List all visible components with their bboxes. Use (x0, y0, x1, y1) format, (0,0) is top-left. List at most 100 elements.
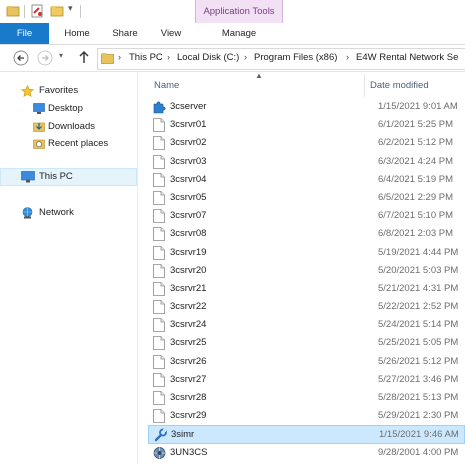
file-icon (153, 136, 165, 151)
tab-file[interactable]: File (0, 23, 49, 44)
file-date-modified: 5/20/2021 5:03 PM (378, 264, 459, 276)
file-date-modified: 5/26/2021 5:12 PM (378, 355, 459, 367)
file-date-modified: 6/7/2021 5:10 PM (378, 210, 453, 222)
nav-desktop[interactable]: Desktop (0, 100, 137, 118)
file-row[interactable]: 3csrvr19 5/19/2021 4:44 PM (148, 244, 465, 262)
file-name: 3csrvr20 (170, 264, 207, 276)
file-row[interactable]: 3csrvr28 5/28/2021 5:13 PM (148, 389, 465, 407)
file-list: ▲ Name Date modified 3cserver 1/15/2021 9… (138, 72, 465, 464)
file-row[interactable]: 3csrvr22 5/22/2021 2:52 PM (148, 298, 465, 316)
navigation-bar: ▾ › This PC › Local Disk (C:) › Program … (0, 45, 465, 72)
file-icon (153, 354, 165, 369)
nav-this-pc[interactable]: This PC (0, 168, 137, 186)
file-row[interactable]: 3csrvr01 6/1/2021 5:25 PM (148, 116, 465, 134)
file-date-modified: 1/15/2021 9:01 AM (378, 101, 458, 112)
desktop-icon (33, 103, 45, 117)
properties-icon[interactable] (30, 4, 44, 21)
forward-button[interactable] (37, 50, 53, 66)
file-row[interactable]: 3csrvr07 6/7/2021 5:10 PM (148, 207, 465, 225)
tab-view[interactable]: View (153, 23, 189, 44)
file-icon (153, 209, 165, 224)
nav-this-pc-label: This PC (39, 171, 73, 182)
recent-places-icon (33, 138, 45, 152)
file-row[interactable]: 3csrvr20 5/20/2021 5:03 PM (148, 262, 465, 280)
file-date-modified: 5/29/2021 2:30 PM (378, 410, 459, 422)
file-row[interactable]: 3csrvr05 6/5/2021 2:29 PM (148, 189, 465, 207)
file-name: 3csrvr01 (170, 119, 207, 131)
new-folder-icon[interactable] (50, 4, 64, 21)
up-arrow-icon[interactable] (77, 49, 93, 65)
breadcrumb-chevron-icon[interactable]: › (167, 52, 170, 62)
ribbon-tabs: File Home Share View Manage (0, 23, 465, 45)
breadcrumb-this-pc[interactable]: This PC (129, 52, 163, 63)
nav-favorites[interactable]: Favorites (0, 82, 137, 100)
file-row[interactable]: 3cserver 1/15/2021 9:01 AM (148, 98, 465, 116)
column-name[interactable]: Name (154, 80, 179, 91)
file-name: 3csrvr22 (170, 301, 207, 313)
nav-downloads[interactable]: Downloads (0, 118, 137, 136)
tab-manage[interactable]: Manage (217, 23, 261, 44)
file-icon (153, 245, 165, 260)
file-name: 3csrvr05 (170, 191, 207, 203)
file-row[interactable]: 3csrvr29 5/29/2021 2:30 PM (148, 407, 465, 425)
column-date-modified[interactable]: Date modified (370, 80, 429, 91)
tab-share[interactable]: Share (107, 23, 143, 44)
wrench-icon (154, 428, 167, 442)
breadcrumb-local-disk[interactable]: Local Disk (C:) (177, 52, 239, 63)
downloads-icon (33, 121, 45, 135)
address-bar[interactable]: › This PC › Local Disk (C:) › Program Fi… (97, 48, 465, 70)
file-icon (153, 281, 165, 296)
file-row[interactable]: 3csrvr04 6/4/2021 5:19 PM (148, 171, 465, 189)
computer-icon (21, 171, 35, 186)
customize-quick-access-icon[interactable]: ▾ (68, 3, 73, 14)
file-icon (153, 227, 165, 242)
file-date-modified: 5/24/2021 5:14 PM (378, 319, 459, 331)
breadcrumb-e4w-folder[interactable]: E4W Rental Network Se (356, 52, 458, 63)
puzzle-icon (153, 100, 166, 114)
file-row[interactable]: 3csrvr08 6/8/2021 2:03 PM (148, 225, 465, 243)
file-icon (153, 300, 165, 314)
recent-locations-chevron-icon[interactable]: ▾ (59, 51, 75, 67)
file-row[interactable]: 3csrvr21 5/21/2021 4:31 PM (148, 280, 465, 298)
file-icon (153, 391, 165, 405)
file-icon (153, 372, 165, 387)
breadcrumb-chevron-icon[interactable]: › (118, 52, 121, 62)
breadcrumb-chevron-icon[interactable]: › (346, 52, 349, 62)
file-date-modified: 6/1/2021 5:25 PM (378, 119, 453, 131)
file-row[interactable]: 3csrvr03 6/3/2021 4:24 PM (148, 153, 465, 171)
file-row[interactable]: 3simr 1/15/2021 9:46 AM (148, 425, 465, 444)
nav-recent-places[interactable]: Recent places (0, 135, 137, 153)
nav-downloads-label: Downloads (48, 121, 95, 132)
application-tools-label: Application Tools (203, 6, 275, 17)
nav-network[interactable]: Network (0, 204, 137, 222)
file-row[interactable]: 3csrvr02 6/2/2021 5:12 PM (148, 134, 465, 152)
file-name: 3csrvr08 (170, 228, 207, 240)
file-date-modified: 5/25/2021 5:05 PM (378, 337, 459, 349)
file-name: 3csrvr02 (170, 137, 207, 149)
file-row[interactable]: 3csrvr27 5/27/2021 3:46 PM (148, 371, 465, 389)
file-name: 3csrvr25 (170, 337, 207, 349)
file-icon (153, 172, 165, 187)
tab-home[interactable]: Home (59, 23, 95, 44)
file-row[interactable]: 3UN3CS 9/28/2001 4:00 PM (148, 444, 465, 462)
column-divider[interactable] (364, 74, 365, 97)
file-row[interactable]: 3csrvr26 5/26/2021 5:12 PM (148, 353, 465, 371)
file-rows: 3cserver 1/15/2021 9:01 AM 3csrvr01 6/1/202… (148, 98, 465, 464)
file-row[interactable]: 3csrvr25 5/25/2021 5:05 PM (148, 334, 465, 352)
globe-app-icon (153, 446, 166, 460)
file-row[interactable]: 3csrvr24 5/24/2021 5:14 PM (148, 316, 465, 334)
file-name: 3csrvr24 (170, 319, 207, 331)
file-icon (153, 409, 165, 424)
file-date-modified: 6/4/2021 5:19 PM (378, 173, 453, 185)
network-icon (21, 207, 34, 222)
breadcrumb-program-files[interactable]: Program Files (x86) (254, 52, 337, 63)
file-date-modified: 6/2/2021 5:12 PM (378, 137, 453, 149)
file-date-modified: 6/3/2021 4:24 PM (378, 155, 453, 167)
breadcrumb-chevron-icon[interactable]: › (244, 52, 247, 62)
file-icon (153, 336, 165, 351)
file-name: 3csrvr03 (170, 155, 207, 167)
star-icon (20, 84, 35, 100)
back-button[interactable] (13, 50, 29, 66)
file-name: 3csrvr19 (170, 246, 207, 258)
file-date-modified: 1/15/2021 9:46 AM (379, 429, 459, 441)
